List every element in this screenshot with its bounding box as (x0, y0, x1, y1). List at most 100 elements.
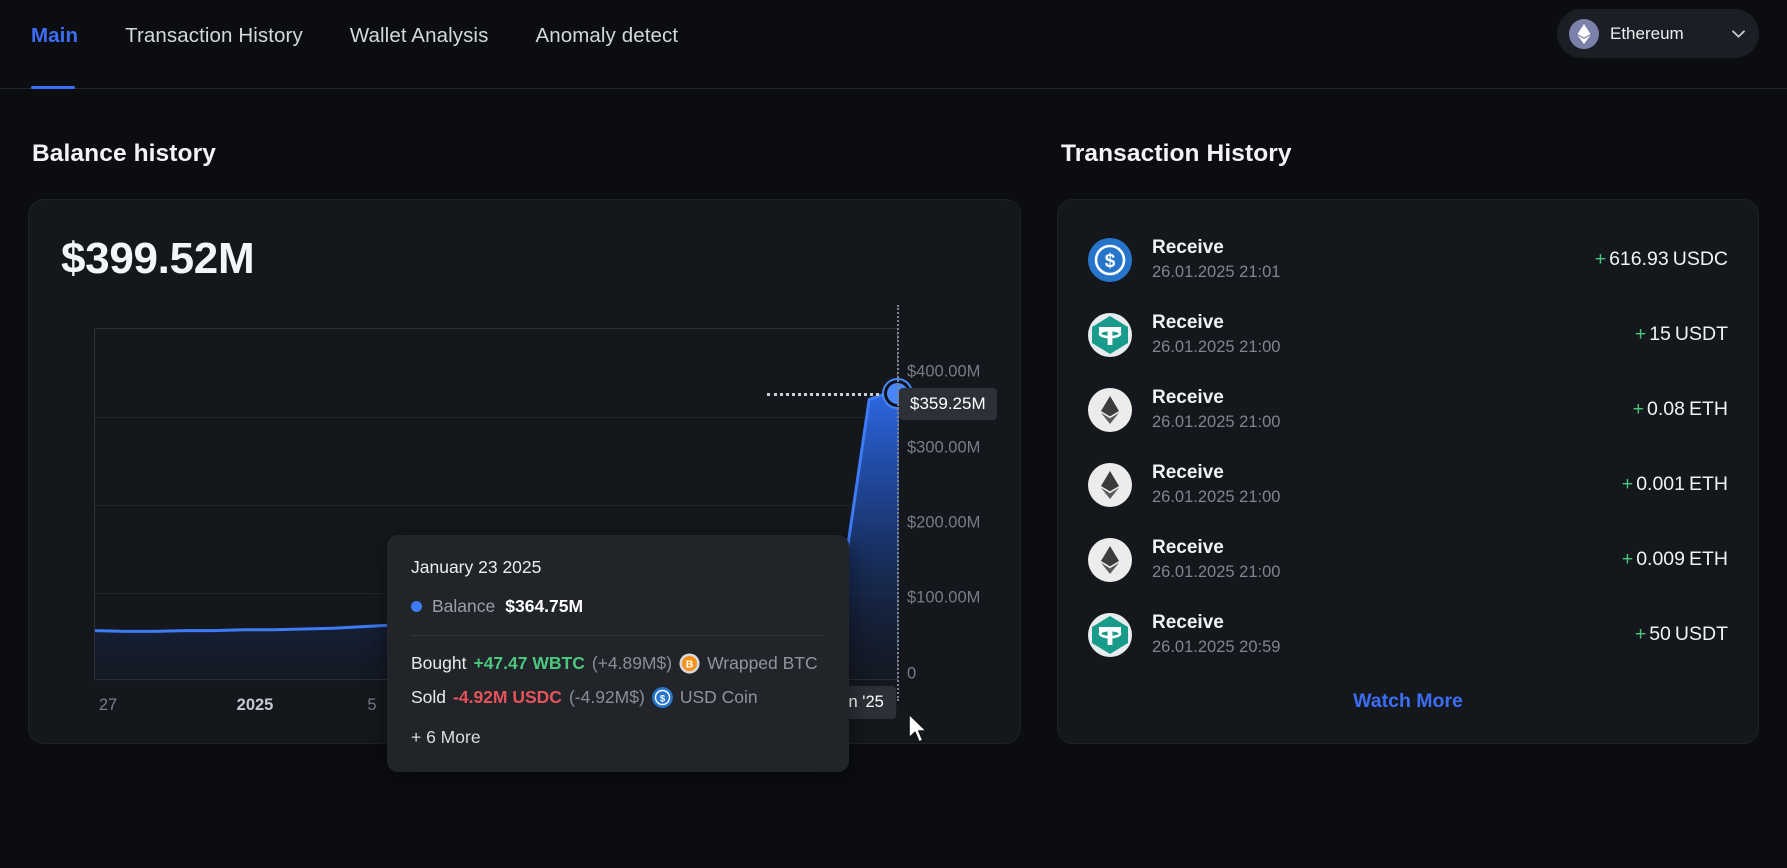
transaction-time: 26.01.2025 20:59 (1152, 636, 1635, 659)
amount-sign: + (1635, 623, 1646, 645)
x-tick-label: 2025 (237, 696, 274, 715)
amount-symbol: ETH (1689, 473, 1728, 495)
page-body: Balance history $399.52M ARBITRAGE SCANN… (0, 89, 1787, 744)
svg-text:B: B (686, 659, 694, 671)
trade-action: Bought (411, 653, 466, 674)
y-tick-label: $400.00M (907, 363, 980, 382)
transaction-info: Receive26.01.2025 21:00 (1152, 535, 1622, 584)
tooltip-balance-label: Balance (432, 596, 495, 617)
wrapped-btc-icon: B (679, 653, 700, 674)
value-guide-line (767, 393, 897, 396)
chain-selector[interactable]: Ethereum (1557, 9, 1759, 58)
amount-value: 0.08 (1647, 398, 1685, 420)
transaction-amount: +15USDT (1635, 323, 1728, 346)
transaction-time: 26.01.2025 21:00 (1152, 561, 1622, 584)
trade-usd: (-4.92M$) (569, 687, 645, 708)
amount-symbol: USDT (1675, 323, 1728, 345)
x-tick-label: 27 (99, 696, 117, 715)
transaction-list-card: $Receive26.01.2025 21:01+616.93USDCRecei… (1057, 199, 1759, 744)
usdc-icon: $ (1088, 238, 1132, 282)
svg-text:$: $ (1105, 251, 1116, 272)
amount-value: 616.93 (1609, 248, 1669, 270)
eth-icon (1088, 388, 1132, 432)
transaction-info: Receive26.01.2025 20:59 (1152, 610, 1635, 659)
tooltip-date: January 23 2025 (411, 557, 825, 578)
amount-sign: + (1635, 323, 1646, 345)
top-navigation: Main Transaction History Wallet Analysis… (0, 0, 1787, 89)
series-bullet-icon (411, 601, 422, 612)
tooltip-balance-value: $364.75M (505, 596, 583, 617)
transaction-row[interactable]: Receive26.01.2025 20:59+50USDT (1088, 597, 1728, 672)
amount-symbol: USDT (1675, 623, 1728, 645)
transaction-type: Receive (1152, 235, 1595, 261)
y-tick-label: $300.00M (907, 439, 980, 458)
svg-text:$: $ (660, 693, 666, 704)
transaction-info: Receive26.01.2025 21:01 (1152, 235, 1595, 284)
total-balance: $399.52M (61, 234, 1020, 284)
transaction-time: 26.01.2025 21:00 (1152, 336, 1635, 359)
transaction-list: $Receive26.01.2025 21:01+616.93USDCRecei… (1088, 222, 1728, 672)
chart-area: ARBITRAGE SCANNER (62, 328, 1002, 718)
transaction-time: 26.01.2025 21:01 (1152, 261, 1595, 284)
tab-wallet-analysis[interactable]: Wallet Analysis (350, 0, 489, 72)
chart-tooltip: January 23 2025 Balance $364.75M Bought … (387, 535, 849, 772)
usd-coin-icon: $ (652, 687, 673, 708)
ethereum-icon (1569, 19, 1599, 49)
transaction-amount: +0.08ETH (1633, 398, 1728, 421)
trade-amount: -4.92M USDC (453, 687, 562, 708)
transaction-row[interactable]: $ Receive26.01.2025 21:01+616.93USDC (1088, 222, 1728, 297)
amount-sign: + (1633, 398, 1644, 420)
usdt-icon (1088, 313, 1132, 357)
trade-usd: (+4.89M$) (592, 653, 672, 674)
transaction-row[interactable]: Receive26.01.2025 21:00+0.009ETH (1088, 522, 1728, 597)
amount-value: 0.001 (1636, 473, 1685, 495)
trade-action: Sold (411, 687, 446, 708)
transaction-amount: +616.93USDC (1595, 248, 1728, 271)
transaction-history-title: Transaction History (1061, 140, 1759, 168)
amount-symbol: ETH (1689, 548, 1728, 570)
amount-sign: + (1622, 473, 1633, 495)
transaction-info: Receive26.01.2025 21:00 (1152, 385, 1633, 434)
transaction-row[interactable]: Receive26.01.2025 21:00+0.08ETH (1088, 372, 1728, 447)
nav-tabs: Main Transaction History Wallet Analysis… (0, 0, 678, 72)
eth-icon (1088, 538, 1132, 582)
amount-symbol: ETH (1689, 398, 1728, 420)
page-title: Balance history (32, 140, 1021, 168)
tooltip-more-link[interactable]: + 6 More (411, 727, 825, 748)
transaction-amount: +0.001ETH (1622, 473, 1728, 496)
balance-history-column: Balance history $399.52M ARBITRAGE SCANN… (28, 89, 1021, 744)
trade-amount: +47.47 WBTC (473, 653, 584, 674)
amount-sign: + (1595, 248, 1606, 270)
eth-icon (1088, 463, 1132, 507)
amount-value: 15 (1649, 323, 1671, 345)
y-highlight-badge: $359.25M (899, 388, 997, 420)
chain-name: Ethereum (1610, 24, 1728, 44)
transaction-amount: +0.009ETH (1622, 548, 1728, 571)
y-tick-label: 0 (907, 665, 916, 684)
tab-transaction-history[interactable]: Transaction History (125, 0, 303, 72)
transaction-history-column: Transaction History $Receive26.01.2025 2… (1057, 89, 1759, 744)
tab-anomaly-detect[interactable]: Anomaly detect (535, 0, 678, 72)
watch-more-button[interactable]: Watch More (1088, 690, 1728, 713)
transaction-row[interactable]: Receive26.01.2025 21:00+15USDT (1088, 297, 1728, 372)
transaction-amount: +50USDT (1635, 623, 1728, 646)
amount-value: 0.009 (1636, 548, 1685, 570)
transaction-row[interactable]: Receive26.01.2025 21:00+0.001ETH (1088, 447, 1728, 522)
tooltip-trade-row: Bought +47.47 WBTC (+4.89M$) B Wrapped B… (411, 653, 825, 674)
mouse-cursor-icon (907, 713, 929, 745)
transaction-time: 26.01.2025 21:00 (1152, 486, 1622, 509)
chart-crosshair (897, 305, 899, 701)
tooltip-divider (411, 635, 825, 636)
amount-value: 50 (1649, 623, 1671, 645)
amount-symbol: USDC (1673, 248, 1728, 270)
y-axis: $400.00M $359.25M $300.00M $200.00M $100… (907, 328, 1027, 680)
tooltip-balance-row: Balance $364.75M (411, 596, 825, 617)
transaction-type: Receive (1152, 535, 1622, 561)
chevron-down-icon (1732, 30, 1745, 38)
active-tab-indicator (31, 86, 75, 89)
amount-sign: + (1622, 548, 1633, 570)
y-tick-label: $100.00M (907, 589, 980, 608)
tab-main[interactable]: Main (31, 0, 78, 72)
transaction-type: Receive (1152, 460, 1622, 486)
transaction-info: Receive26.01.2025 21:00 (1152, 460, 1622, 509)
